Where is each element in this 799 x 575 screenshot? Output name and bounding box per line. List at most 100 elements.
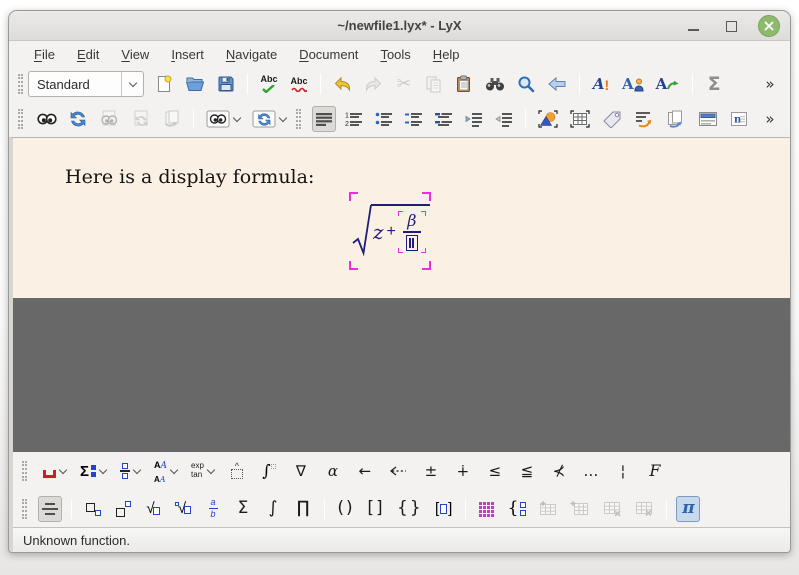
save-document-button[interactable] <box>214 71 238 97</box>
bullet-list-button[interactable] <box>372 106 396 132</box>
insert-cross-reference-button[interactable] <box>631 106 657 132</box>
integral-button[interactable]: ∫ <box>261 496 285 522</box>
ams-delimiters-button[interactable]: ¦ <box>611 458 635 484</box>
braces-button[interactable]: {} <box>394 496 426 522</box>
numbered-list-button[interactable]: 12 <box>342 106 366 132</box>
math-misc-operators-button[interactable]: ∇ <box>289 458 313 484</box>
arrows-button[interactable]: ← <box>353 458 377 484</box>
view-master-document-button[interactable] <box>96 106 122 132</box>
math-spacing-button[interactable] <box>40 458 69 484</box>
toolbar-drag-handle[interactable] <box>296 109 301 129</box>
math-big-operators-button[interactable]: Σ <box>77 458 109 484</box>
paste-button[interactable] <box>452 71 476 97</box>
menu-item-help[interactable]: Help <box>422 44 471 65</box>
combo-dropdown-button[interactable] <box>121 72 143 96</box>
close-button[interactable] <box>758 15 780 37</box>
menu-item-tools[interactable]: Tools <box>369 44 421 65</box>
menu-item-edit[interactable]: Edit <box>66 44 110 65</box>
insert-citation-button[interactable] <box>663 106 689 132</box>
view-document-button[interactable] <box>34 106 60 132</box>
empty-placeholder-box[interactable] <box>406 235 418 251</box>
menu-item-insert[interactable]: Insert <box>160 44 215 65</box>
toolbar-drag-handle[interactable] <box>22 499 27 519</box>
insert-label-button[interactable] <box>599 106 625 132</box>
menu-item-document[interactable]: Document <box>288 44 369 65</box>
insert-note-button[interactable]: n <box>727 106 751 132</box>
redo-button[interactable] <box>361 71 386 97</box>
update-view-button[interactable] <box>66 106 90 132</box>
toolbar-overflow-button[interactable]: » <box>758 106 782 132</box>
formula-inset[interactable]: z + β <box>349 192 431 270</box>
toolbar-drag-handle[interactable] <box>22 461 27 481</box>
copy-button[interactable] <box>422 71 446 97</box>
delimiters-button[interactable]: [] <box>432 496 456 522</box>
fraction[interactable]: β <box>399 211 425 253</box>
insert-float-button[interactable] <box>695 106 721 132</box>
dots-button[interactable]: … <box>579 458 603 484</box>
paragraph-style-standard-button[interactable] <box>312 106 336 132</box>
math-decorations-button[interactable]: ^ <box>225 458 249 484</box>
matrix-button[interactable] <box>475 496 499 522</box>
cases-environment-button[interactable]: { <box>505 496 530 522</box>
update-master-document-button[interactable] <box>128 106 154 132</box>
greek-letters-button[interactable]: α <box>321 458 345 484</box>
labeling-list-button[interactable] <box>402 106 426 132</box>
view-other-formats-button[interactable] <box>203 106 243 132</box>
nth-root-button[interactable]: √ <box>171 496 195 522</box>
delete-column-button[interactable] <box>631 496 657 522</box>
decrease-depth-button[interactable] <box>492 106 516 132</box>
subscript-button[interactable] <box>81 496 105 522</box>
square-root-button[interactable]: √ <box>141 496 165 522</box>
product-button[interactable]: ∏ <box>291 496 315 522</box>
math-functions-button[interactable]: exptan <box>188 458 217 484</box>
ams-negated-relations-button[interactable]: ⊀ <box>547 458 571 484</box>
document-canvas[interactable]: Here is a display formula: z + <box>13 138 790 298</box>
menu-item-file[interactable]: File <box>23 44 66 65</box>
menu-item-navigate[interactable]: Navigate <box>215 44 288 65</box>
fraction-button[interactable]: ab <box>201 496 225 522</box>
sum-button[interactable]: Σ <box>231 496 255 522</box>
find-replace-button[interactable] <box>482 71 508 97</box>
math-text-styles-button[interactable]: F <box>643 458 667 484</box>
minimize-button[interactable] <box>682 15 704 37</box>
toggle-emphasis-button[interactable]: A! <box>589 71 613 97</box>
math-integrals-button[interactable]: ∫ <box>257 458 281 484</box>
toolbar-overflow-button[interactable]: » <box>758 71 782 97</box>
maximize-button[interactable] <box>720 15 742 37</box>
update-other-formats-button[interactable] <box>249 106 289 132</box>
check-spelling-button[interactable]: Abc <box>257 71 281 97</box>
parentheses-button[interactable]: () <box>334 496 358 522</box>
apply-last-style-button[interactable]: A <box>653 71 684 97</box>
delete-row-button[interactable] <box>599 496 625 522</box>
ams-relations-button[interactable]: ≦ <box>515 458 539 484</box>
paragraph-style-combo[interactable]: Standard <box>28 71 144 97</box>
toolbar-drag-handle[interactable] <box>18 109 23 129</box>
navigate-back-button[interactable] <box>544 71 570 97</box>
display-formula-toggle-button[interactable] <box>38 496 62 522</box>
increase-depth-button[interactable] <box>462 106 486 132</box>
continuous-spellcheck-button[interactable]: Abc <box>287 71 311 97</box>
relations-button[interactable]: ≤ <box>483 458 507 484</box>
menu-item-view[interactable]: View <box>110 44 160 65</box>
binary-operators-button[interactable]: ± <box>419 458 443 484</box>
add-row-button[interactable] <box>535 496 561 522</box>
cut-button[interactable]: ✂ <box>392 71 416 97</box>
title-bar[interactable]: ~/newfile1.lyx* - LyX <box>9 11 790 41</box>
find-button[interactable] <box>514 71 538 97</box>
cancel-export-button[interactable] <box>160 106 184 132</box>
ams-operators-button[interactable]: ∔ <box>451 458 475 484</box>
superscript-button[interactable] <box>111 496 135 522</box>
math-panel-toggle-button[interactable]: π <box>676 496 700 522</box>
math-fonts-button[interactable]: AAAA <box>151 458 180 484</box>
new-document-button[interactable] <box>152 71 176 97</box>
add-column-button[interactable] <box>567 496 593 522</box>
insert-graphics-button[interactable] <box>535 106 561 132</box>
ams-arrows-button[interactable] <box>385 458 411 484</box>
toggle-noun-button[interactable]: A <box>619 71 647 97</box>
insert-math-button[interactable]: Σ <box>702 71 726 97</box>
brackets-button[interactable]: [] <box>364 496 388 522</box>
description-list-button[interactable] <box>432 106 456 132</box>
math-fraction-styles-button[interactable] <box>117 458 143 484</box>
toolbar-drag-handle[interactable] <box>18 74 23 94</box>
insert-table-button[interactable] <box>567 106 593 132</box>
